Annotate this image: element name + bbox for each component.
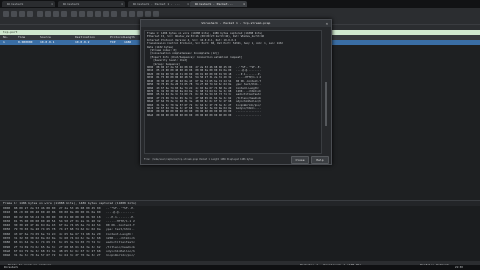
dialog-packet-content[interactable]: Frame 1: 1486 bytes on wire (11888 bits)…: [144, 30, 322, 154]
window-tab-strip: Wireshark ✕ Wireshark ✕ Wireshark · Packet…: [0, 0, 480, 8]
find-icon[interactable]: [71, 11, 77, 17]
open-icon[interactable]: [37, 11, 43, 17]
resize-columns-icon[interactable]: [153, 11, 159, 17]
tab-label: Wireshark: [7, 2, 24, 6]
close-icon[interactable]: ✕: [243, 1, 245, 7]
forward-icon[interactable]: [87, 11, 93, 17]
shark-fin-icon[interactable]: [3, 11, 9, 17]
zoom-reset-icon[interactable]: [145, 11, 151, 17]
close-icon[interactable]: ✕: [51, 1, 53, 7]
dialog-title: Wireshark · Packet 1 · tcp-stream.pcap: [141, 20, 331, 27]
tab-wireshark-1[interactable]: Wireshark ✕: [2, 1, 55, 7]
bytes-line: 00b0 31 3e 3c 70 3e 57 6f 72 6c 64 3c 2f…: [3, 253, 135, 258]
tab-label: Wireshark · Packet 1 · ...: [133, 2, 180, 6]
packet-dialog: Wireshark · Packet 1 · tcp-stream.pcap ✕…: [140, 19, 332, 165]
reload-icon[interactable]: [61, 11, 67, 17]
restart-icon[interactable]: [19, 11, 25, 17]
options-icon[interactable]: [27, 11, 33, 17]
goto-icon[interactable]: [95, 11, 101, 17]
close-icon[interactable]: ✕: [187, 1, 189, 7]
dialog-status-path: File: /home/user/captures/tcp-stream.pca…: [144, 158, 254, 161]
zoom-out-icon[interactable]: [137, 11, 143, 17]
tab-wireshark-4[interactable]: Wireshark · Packet... ✕: [190, 1, 247, 7]
close-icon[interactable]: ✕: [121, 1, 123, 7]
save-icon[interactable]: [45, 11, 51, 17]
close-button[interactable]: Close: [291, 156, 309, 164]
packet-bytes-pane[interactable]: 0000 08 00 27 2a 53 46 08 00 27 2a 53 46…: [0, 206, 480, 261]
tab-label: Wireshark: [63, 2, 80, 6]
stop-icon[interactable]: [11, 11, 17, 17]
tab-label: Wireshark · Packet...: [195, 2, 233, 6]
tab-wireshark-2[interactable]: Wireshark ✕: [58, 1, 125, 7]
dialog-footer: File: /home/user/captures/tcp-stream.pca…: [141, 155, 331, 164]
close-file-icon[interactable]: [53, 11, 59, 17]
taskbar-clock: 21:30: [455, 266, 463, 269]
close-icon[interactable]: ✕: [326, 20, 328, 27]
taskbar: Wireshark 21:30: [0, 265, 480, 270]
help-button[interactable]: Help: [311, 156, 329, 164]
tab-wireshark-3[interactable]: Wireshark · Packet 1 · ... ✕: [128, 1, 191, 7]
dialog-line: 00e0 00 00 00 00 00 00 00 00 00 00 00 00…: [147, 113, 261, 117]
dialog-scrollbar[interactable]: [325, 82, 327, 126]
back-icon[interactable]: [79, 11, 85, 17]
last-icon[interactable]: [111, 11, 117, 17]
zoom-in-icon[interactable]: [129, 11, 135, 17]
colorize-icon[interactable]: [121, 11, 127, 17]
first-icon[interactable]: [103, 11, 109, 17]
taskbar-app[interactable]: Wireshark: [4, 265, 18, 270]
